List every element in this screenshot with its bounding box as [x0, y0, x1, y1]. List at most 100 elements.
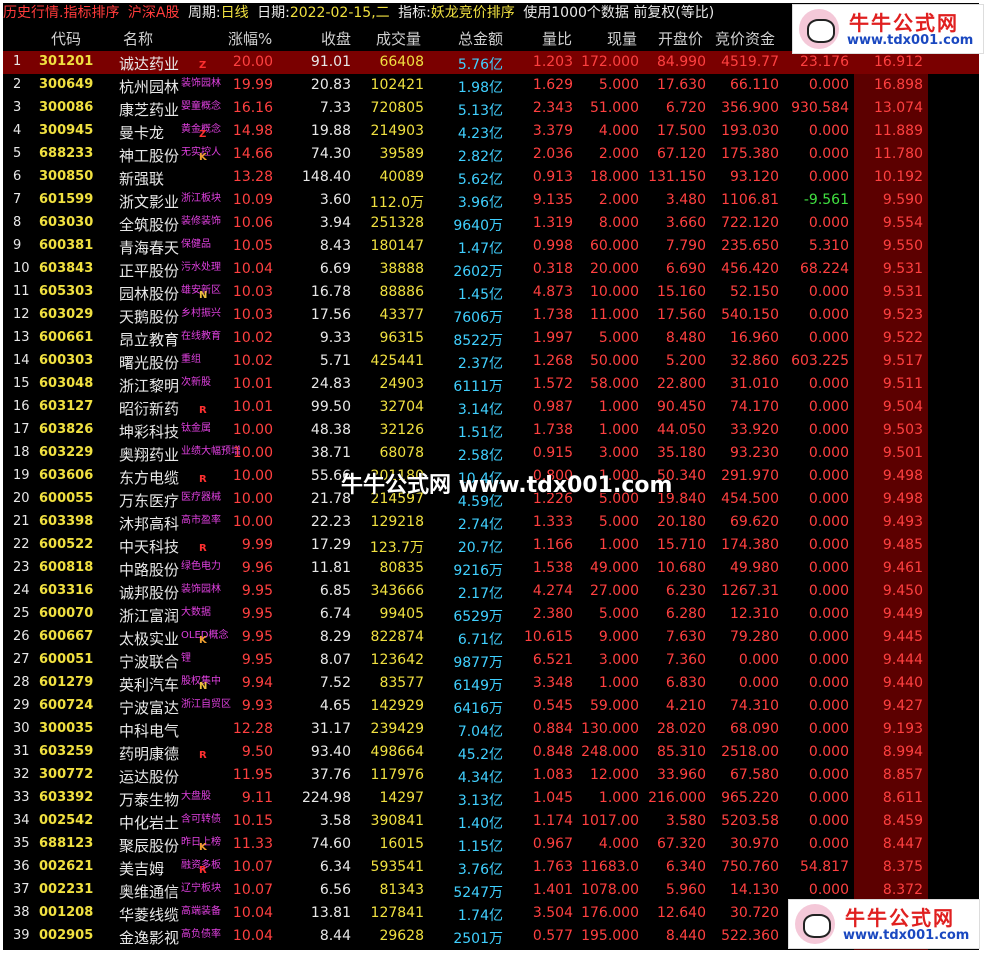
current-volume: 1.000: [598, 675, 639, 691]
site-logo-top: 牛牛公式网 www.tdx001.com: [792, 4, 984, 54]
table-row[interactable]: 18 603229 奥翔药业 业绩大幅预增 10.00 38.71 68078 2.58亿 0.…: [3, 442, 979, 465]
volume-ratio: 0.998: [532, 238, 573, 254]
table-row[interactable]: 10 603843 正平股份 污水处理 10.04 6.69 38888 2602万 0.318…: [3, 258, 979, 281]
column-header-volume-ratio[interactable]: 量比: [542, 28, 572, 49]
change-pct: 10.00: [232, 445, 273, 461]
close-price: 8.29: [319, 629, 351, 645]
column-header-name[interactable]: 名称: [123, 28, 153, 49]
column-header-code[interactable]: 代码: [51, 28, 81, 49]
volume-ratio: 0.967: [532, 836, 573, 852]
table-row[interactable]: 25 600070 浙江富润 大数据 9.95 6.74 99405 6529万 2.380 5.…: [3, 603, 979, 626]
table-row[interactable]: 8 603030 全筑股份 装修装饰 10.06 3.94 251328 9640万 1.319…: [3, 212, 979, 235]
current-volume: 11683.0: [581, 859, 639, 875]
total-amount: 2.37亿: [457, 356, 503, 372]
table-row[interactable]: 14 600303 曙光股份 重组 10.02 5.71 425441 2.37亿 1.268 5…: [3, 350, 979, 373]
stock-code: 600070: [39, 606, 94, 621]
table-row[interactable]: 33 603392 万泰生物 大盘股 9.11 224.98 14297 3.13亿 1.045…: [3, 787, 979, 810]
row-index: 22: [13, 537, 30, 552]
stock-code: 002231: [39, 882, 94, 897]
bid-funds: 69.620: [730, 514, 779, 530]
table-row[interactable]: 28 601279 英利汽车 股权集中 N 9.94 7.52 83577 6149万 3.348…: [3, 672, 979, 695]
volume: 68078: [379, 445, 424, 461]
volume: 214903: [370, 123, 424, 139]
volume-ratio: 1.166: [532, 537, 573, 553]
stock-name: 东方电缆: [119, 469, 180, 487]
open-price: 84.990: [657, 54, 706, 70]
indicator-value-2: 9.531: [882, 284, 923, 300]
table-row[interactable]: 26 600667 太极实业 OLED概念 K 9.95 8.29 822874 6.71亿 10…: [3, 626, 979, 649]
table-row[interactable]: 6 300850 新强联 13.28 148.40 40089 5.62亿 0.913 18.0…: [3, 166, 979, 189]
table-row[interactable]: 5 688233 神工股份 无实控人 K 14.66 74.30 39589 2.82亿 2.03…: [3, 143, 979, 166]
close-price: 37.76: [310, 767, 351, 783]
table-row[interactable]: 17 603826 坤彩科技 钛金属 10.00 48.38 32126 1.51亿 1.738…: [3, 419, 979, 442]
table-row[interactable]: 22 600522 中天科技 R 9.99 17.29 123.7万 20.7亿 1.166 1.…: [3, 534, 979, 557]
table-row[interactable]: 35 688123 聚辰股份 昨日上榜 K 11.33 74.60 16015 1.15亿 0.9…: [3, 833, 979, 856]
table-row[interactable]: 24 603316 诚邦股份 装饰园林 9.95 6.85 343666 2.17亿 4.274…: [3, 580, 979, 603]
change-pct: 10.04: [232, 261, 273, 277]
current-volume: 9.000: [598, 629, 639, 645]
column-header-bid-funds[interactable]: 竞价资金: [715, 28, 775, 49]
bid-funds: 540.150: [721, 307, 779, 323]
indicator-value-2: 9.461: [882, 560, 923, 576]
stock-name: 奥翔药业: [119, 446, 180, 464]
indicator-value-2: 8.372: [882, 882, 923, 898]
indicator-value-2: 9.501: [882, 445, 923, 461]
open-price: 6.690: [665, 261, 706, 277]
change-pct: 9.95: [241, 583, 273, 599]
close-price: 3.94: [319, 215, 351, 231]
stock-name: 聚辰股份: [119, 837, 180, 855]
table-row[interactable]: 34 002542 中化岩土 含可转债 10.15 3.58 390841 1.40亿 1.17…: [3, 810, 979, 833]
column-header-open[interactable]: 开盘价: [658, 28, 703, 49]
watermark-text: 牛牛公式网 www.tdx001.com: [341, 473, 673, 498]
table-row[interactable]: 32 300772 运达股份 11.95 37.76 117976 4.34亿 1.083 12…: [3, 764, 979, 787]
indicator-value[interactable]: 妖龙竞价排序: [431, 5, 515, 21]
indicator-value-2: 9.523: [882, 307, 923, 323]
table-row[interactable]: 3 300086 康芝药业 婴童概念 16.16 7.33 720805 5.13亿 2.343…: [3, 97, 979, 120]
table-row[interactable]: 11 605303 园林股份 雄安新区 N 10.03 16.78 88886 1.45亿 4.8…: [3, 281, 979, 304]
mode-label[interactable]: 历史行情.指标排序: [3, 5, 119, 21]
date-value[interactable]: 2022-02-15,二: [290, 5, 390, 21]
volume-ratio: 1.268: [532, 353, 573, 369]
row-index: 37: [13, 882, 30, 897]
open-price: 35.180: [657, 445, 706, 461]
table-row[interactable]: 9 600381 青海春天 保健品 10.05 8.43 180147 1.47亿 0.998 6…: [3, 235, 979, 258]
current-volume: 1.000: [598, 422, 639, 438]
total-amount: 2.58亿: [457, 448, 503, 464]
stock-code: 600724: [39, 698, 94, 713]
table-row[interactable]: 16 603127 昭衍新药 R 10.01 99.50 32704 3.14亿 0.987 1.…: [3, 396, 979, 419]
current-volume: 4.000: [598, 836, 639, 852]
market-label[interactable]: 沪深A股: [128, 5, 180, 21]
open-price: 5.200: [665, 353, 706, 369]
close-price: 91.01: [310, 54, 351, 70]
table-row[interactable]: 27 600051 宁波联合锂 9.95 8.07 123642 9877万 6.521 3.0…: [3, 649, 979, 672]
stock-code: 600381: [39, 238, 94, 253]
table-row[interactable]: 23 600818 中路股份 绿色电力 9.96 11.81 80835 9216万 1.538…: [3, 557, 979, 580]
table-row[interactable]: 13 600661 昂立教育 在线教育 10.02 9.33 96315 8522万 1.997…: [3, 327, 979, 350]
change-pct: 9.95: [241, 652, 273, 668]
indicator-value-1: 603.225: [791, 353, 849, 369]
table-row[interactable]: 29 600724 宁波富达 浙江自贸区 9.93 4.65 142929 6416万 0.54…: [3, 695, 979, 718]
table-row[interactable]: 15 603048 浙江黎明 次新股 10.01 24.83 24903 6111万 1.572…: [3, 373, 979, 396]
table-row[interactable]: 7 601599 浙文影业 浙江板块 10.09 3.60 112.0万 3.96亿 9.135…: [3, 189, 979, 212]
volume-ratio: 1.738: [532, 422, 573, 438]
table-row[interactable]: 31 603259 药明康德 R 9.50 93.40 498664 45.2亿 0.848 24…: [3, 741, 979, 764]
change-pct: 10.02: [232, 353, 273, 369]
table-row[interactable]: 36 002621 美吉姆 融资多板 R 10.07 6.34 593541 3.76亿 1.76…: [3, 856, 979, 879]
table-row[interactable]: 30 300035 中科电气 12.28 31.17 239429 7.04亿 0.884 13…: [3, 718, 979, 741]
table-row[interactable]: 4 300945 曼卡龙 黄金概念 Z 14.98 19.88 214903 4.23亿 3.37…: [3, 120, 979, 143]
column-header-volume[interactable]: 成交量: [376, 28, 421, 49]
volume-ratio: 0.318: [532, 261, 573, 277]
column-header-change[interactable]: 涨幅%: [228, 28, 272, 49]
stock-code: 688123: [39, 836, 94, 851]
stock-table-body: 1 301201 诚达药业 Z 20.00 91.01 66408 5.76亿 1.203 172…: [3, 51, 979, 950]
table-row[interactable]: 2 300649 杭州园林 装饰园林 19.99 20.83 102421 1.98亿 1.62…: [3, 74, 979, 97]
column-header-close[interactable]: 收盘: [321, 28, 351, 49]
indicator-value-1: 930.584: [791, 100, 849, 116]
table-row[interactable]: 12 603029 天鹅股份 乡村振兴 10.03 17.56 43377 7606万 1.73…: [3, 304, 979, 327]
table-row[interactable]: 1 301201 诚达药业 Z 20.00 91.01 66408 5.76亿 1.203 172…: [3, 51, 979, 74]
period-value[interactable]: 日线: [221, 5, 249, 21]
column-header-amount[interactable]: 总金额: [458, 28, 503, 49]
total-amount: 4.34亿: [457, 770, 503, 786]
column-header-current-volume[interactable]: 现量: [607, 28, 637, 49]
table-row[interactable]: 21 603398 沐邦高科 高市盈率 10.00 22.23 129218 2.74亿 1.3…: [3, 511, 979, 534]
